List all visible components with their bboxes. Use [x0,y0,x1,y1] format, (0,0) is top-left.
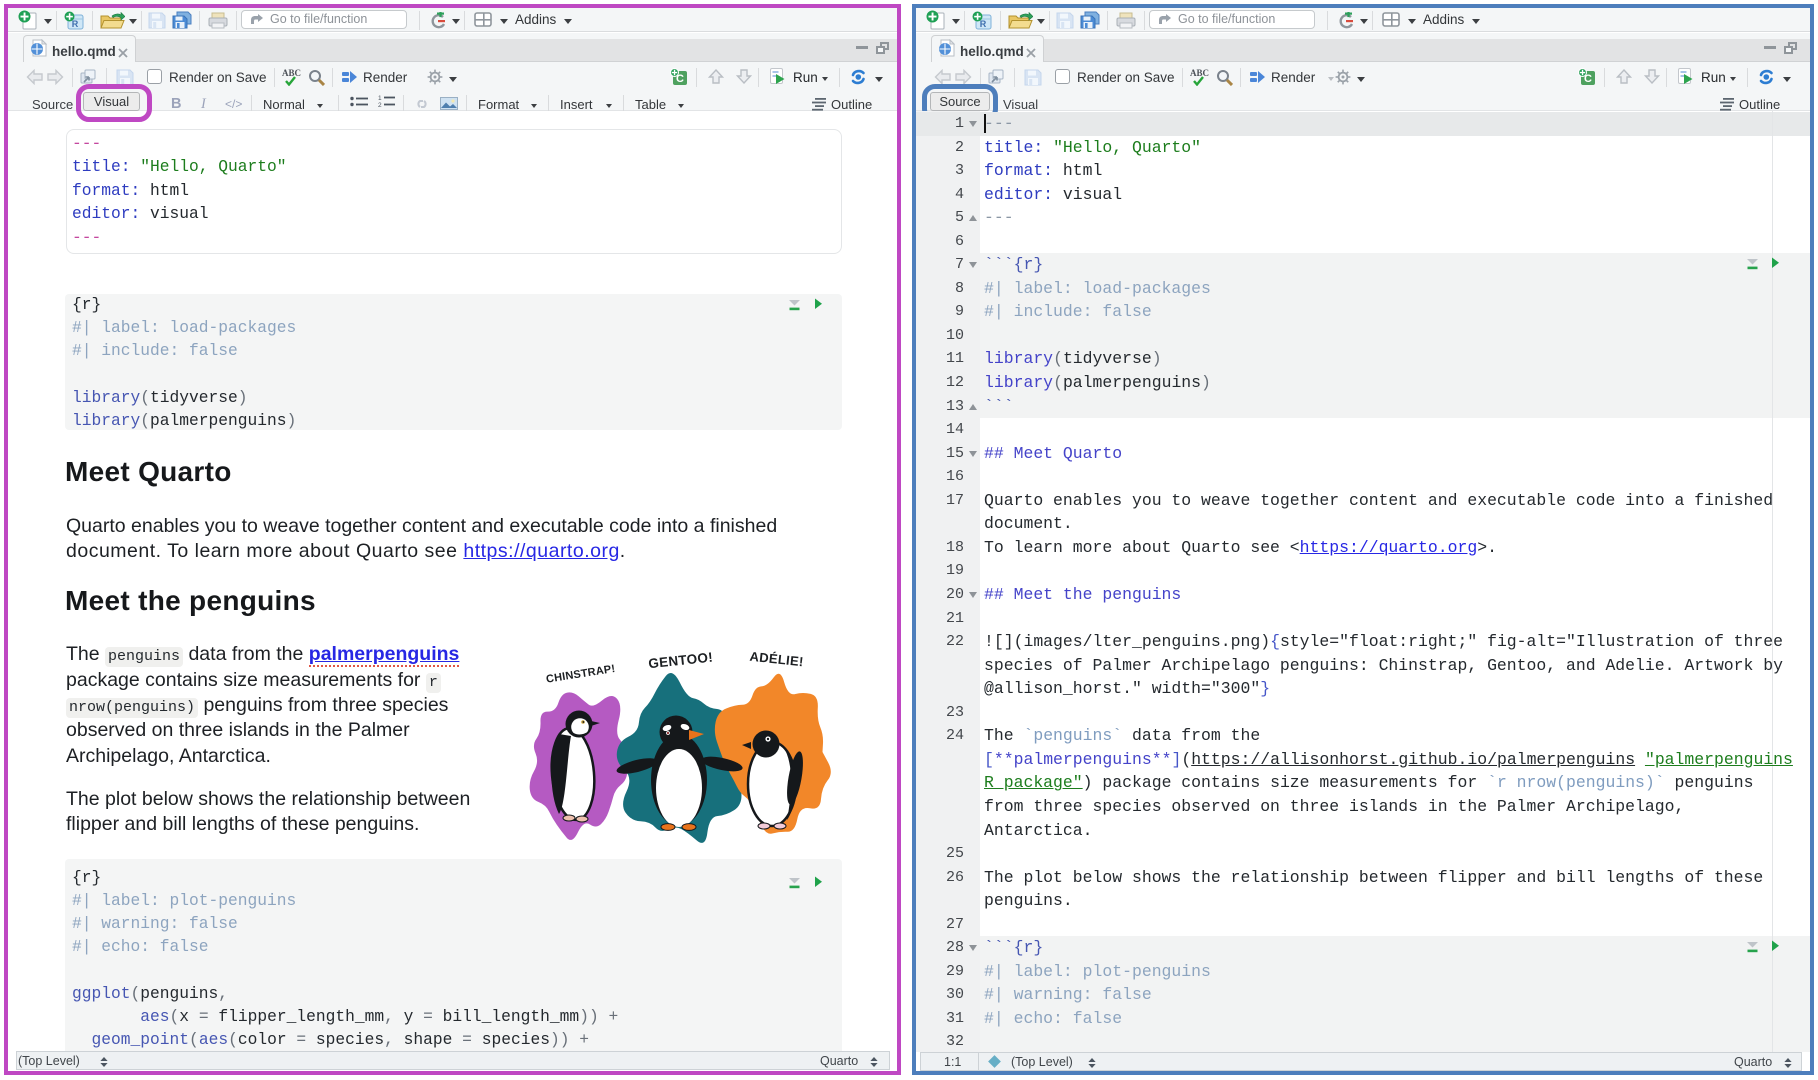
svg-text:R: R [72,19,79,29]
svg-text:1: 1 [378,95,382,102]
svg-text:CHINSTRAP!: CHINSTRAP! [545,663,616,686]
svg-text:ABC: ABC [1190,68,1209,78]
svg-text:R: R [980,19,987,29]
svg-text:ABC: ABC [282,68,301,78]
svg-text:GENTOO!: GENTOO! [648,650,714,672]
svg-text:ADÉLIE!: ADÉLIE! [749,649,804,670]
svg-text:2: 2 [378,102,382,108]
